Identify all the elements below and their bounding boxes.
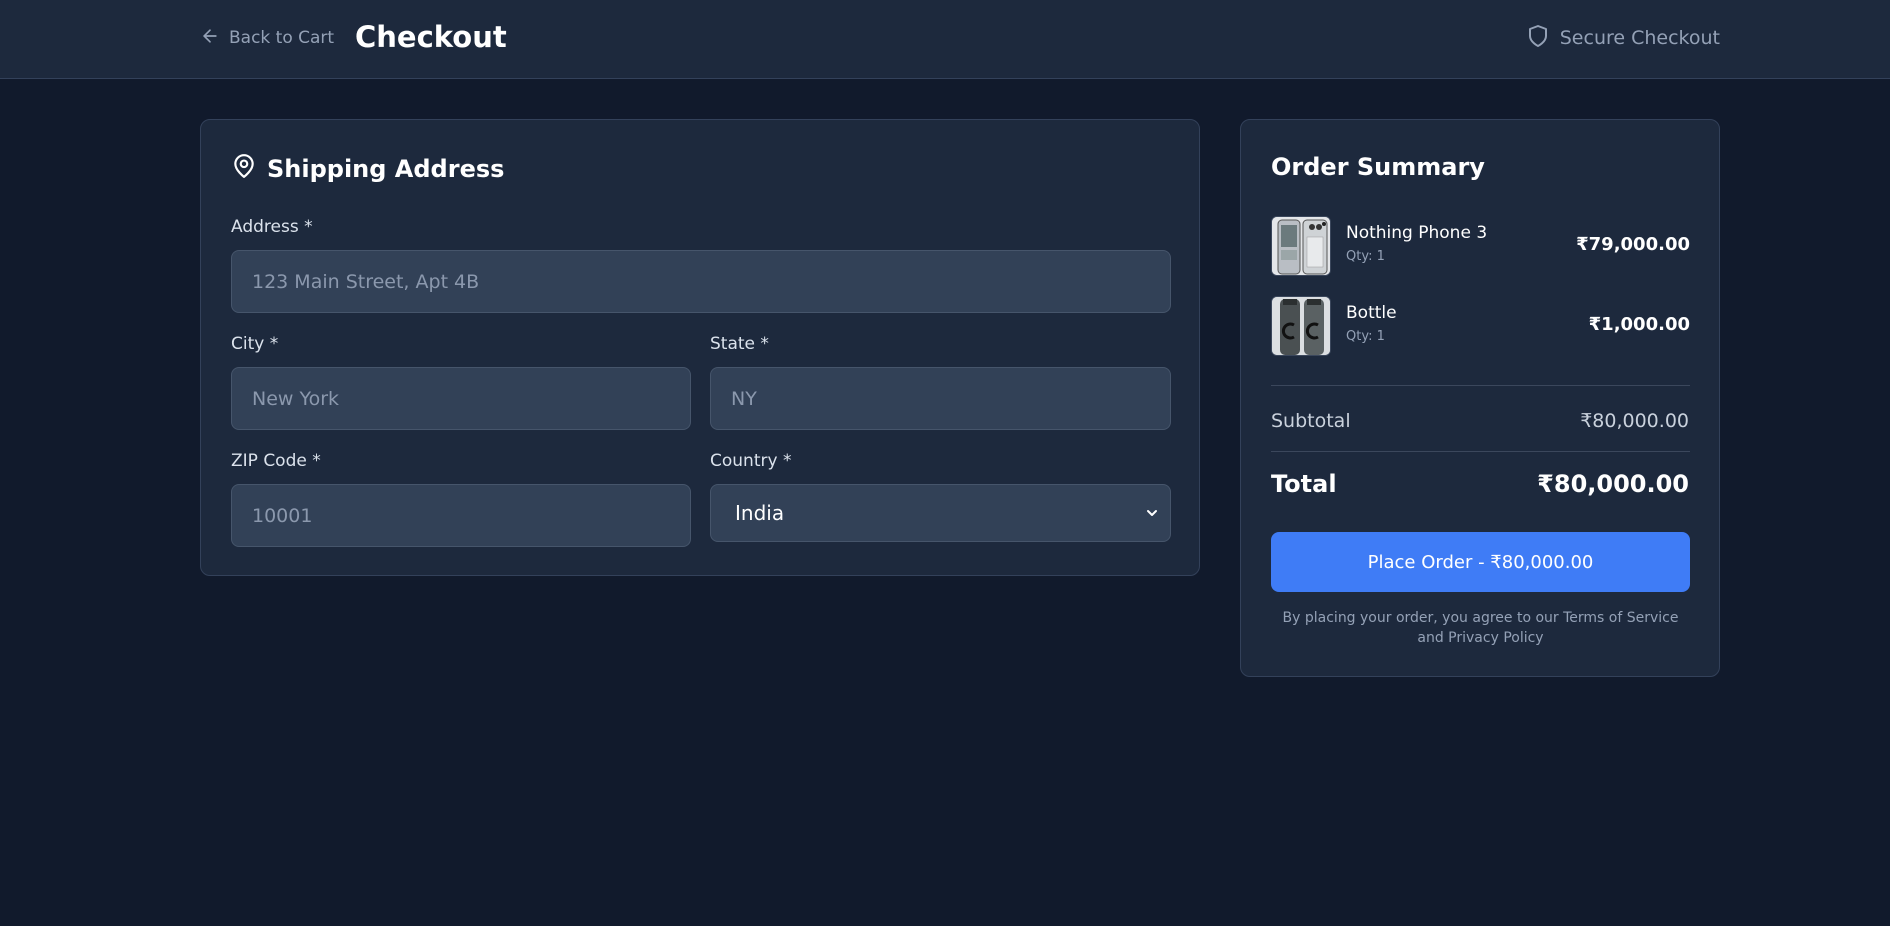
page-title: Checkout <box>355 20 507 54</box>
cart-item: Nothing Phone 3 Qty: 1 ₹79,000.00 <box>1271 216 1690 276</box>
state-label: State * <box>710 334 769 354</box>
subtotal-label: Subtotal <box>1271 410 1351 432</box>
subtotal-value: ₹80,000.00 <box>1580 410 1689 432</box>
secure-checkout-badge: Secure Checkout <box>1526 24 1720 52</box>
back-to-cart-link[interactable]: Back to Cart <box>200 24 334 52</box>
place-order-button[interactable]: Place Order - ₹80,000.00 <box>1271 532 1690 592</box>
total-value: ₹80,000.00 <box>1537 470 1689 498</box>
summary-divider <box>1271 385 1690 386</box>
total-label: Total <box>1271 470 1337 498</box>
item-quantity: Qty: 1 <box>1346 329 1385 344</box>
shipping-address-card: Shipping Address Address * City * State … <box>200 119 1200 576</box>
shield-icon <box>1526 24 1550 53</box>
shipping-address-heading: Shipping Address <box>231 153 504 185</box>
country-select[interactable]: India <box>710 484 1171 542</box>
chevron-down-icon <box>1147 510 1157 516</box>
back-to-cart-label: Back to Cart <box>229 28 335 48</box>
phone-product-thumbnail <box>1271 216 1331 276</box>
bottle-product-thumbnail <box>1271 296 1331 356</box>
order-summary-title: Order Summary <box>1271 153 1485 181</box>
item-price: ₹79,000.00 <box>1576 234 1690 255</box>
cart-item: Bottle Qty: 1 ₹1,000.00 <box>1271 296 1690 356</box>
state-input[interactable] <box>710 367 1171 430</box>
country-label: Country * <box>710 451 792 471</box>
summary-divider <box>1271 451 1690 452</box>
item-name: Nothing Phone 3 <box>1346 223 1488 243</box>
address-label: Address * <box>231 217 313 237</box>
terms-notice: By placing your order, you agree to our … <box>1282 610 1679 646</box>
country-selected-value: India <box>735 501 785 525</box>
item-name: Bottle <box>1346 303 1397 323</box>
zip-code-input[interactable] <box>231 484 691 547</box>
zip-code-label: ZIP Code * <box>231 451 321 471</box>
item-price: ₹1,000.00 <box>1588 314 1690 335</box>
order-summary-card: Order Summary Nothing Phone 3 Qty: 1 ₹79… <box>1240 119 1720 677</box>
shipping-address-title: Shipping Address <box>267 155 505 183</box>
arrow-left-icon <box>200 26 220 51</box>
secure-checkout-label: Secure Checkout <box>1559 27 1720 49</box>
city-input[interactable] <box>231 367 691 430</box>
item-quantity: Qty: 1 <box>1346 249 1385 264</box>
map-pin-icon <box>231 153 257 185</box>
address-input[interactable] <box>231 250 1171 313</box>
top-header: Back to Cart Checkout Secure Checkout <box>0 0 1890 79</box>
city-label: City * <box>231 334 279 354</box>
